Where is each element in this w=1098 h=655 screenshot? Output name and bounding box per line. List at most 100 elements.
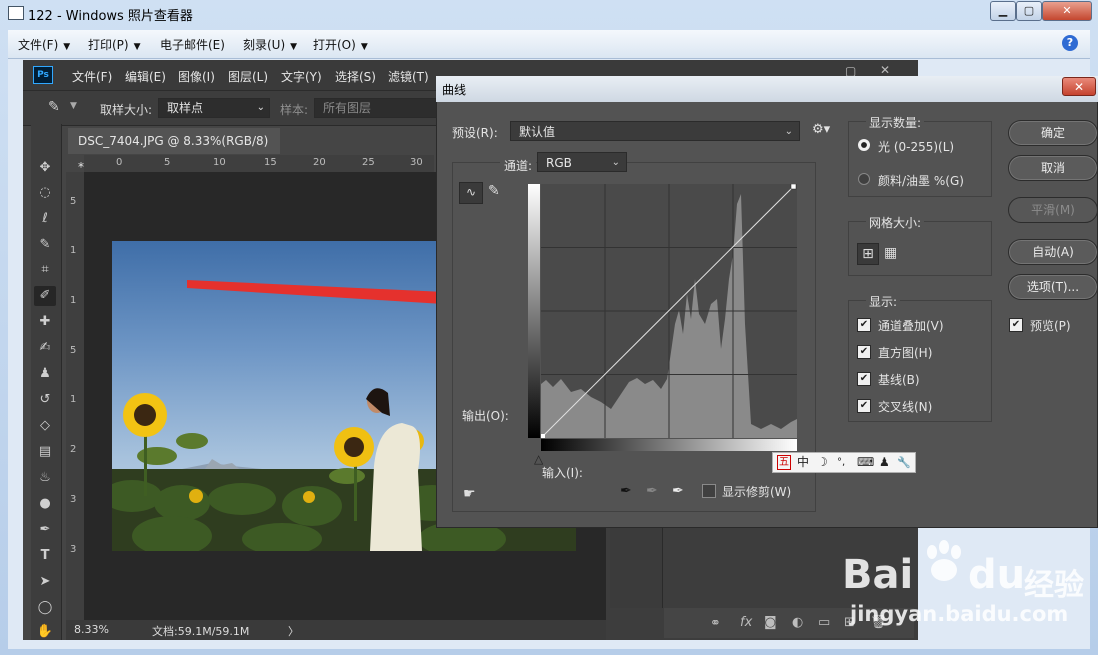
fx-icon[interactable]: fx bbox=[740, 615, 752, 630]
type-tool-icon[interactable]: T bbox=[34, 546, 56, 566]
show-clipping-label: 显示修剪(W) bbox=[722, 485, 792, 499]
ime-chinese-mode[interactable]: 中 bbox=[797, 453, 809, 472]
curves-titlebar bbox=[436, 76, 1098, 102]
menu-email[interactable]: 电子邮件(E) bbox=[160, 36, 225, 53]
watermark-brand2: du bbox=[968, 552, 1026, 598]
adjustment-icon[interactable]: ◐ bbox=[792, 615, 803, 630]
watermark-url: jingyan.baidu.com bbox=[850, 602, 1069, 626]
cancel-button[interactable]: 取消 bbox=[1008, 155, 1098, 181]
minimize-button[interactable]: ▁ bbox=[990, 1, 1016, 21]
stamp-tool-icon[interactable]: ♟ bbox=[34, 364, 56, 384]
ps-menu-image[interactable]: 图像(I) bbox=[178, 68, 215, 85]
grid-size-title: 网格大小: bbox=[866, 214, 925, 231]
ruler-label: 5 bbox=[70, 345, 77, 356]
zoom-level[interactable]: 8.33% bbox=[74, 623, 109, 636]
channel-label: 通道: bbox=[500, 157, 537, 174]
pigment-label: 颜料/油墨 %(G) bbox=[878, 174, 964, 188]
eyedropper-tool-icon[interactable]: ✐ bbox=[34, 286, 56, 306]
ime-half-width-icon[interactable]: ☽ bbox=[817, 453, 828, 472]
ime-logo-icon[interactable]: 五 bbox=[777, 455, 791, 470]
quick-select-tool-icon[interactable]: ✎ bbox=[34, 235, 56, 255]
ruler-label: 0 bbox=[116, 157, 123, 168]
status-menu-icon[interactable]: 〉 bbox=[288, 623, 299, 639]
ime-keyboard-icon[interactable]: ⌨ bbox=[857, 453, 874, 472]
ps-menu-file[interactable]: 文件(F) bbox=[72, 68, 112, 85]
channel-select[interactable]: RGB ⌄ bbox=[537, 152, 627, 172]
ps-menu-edit[interactable]: 编辑(E) bbox=[125, 68, 166, 85]
doc-size: 文档:59.1M/59.1M bbox=[152, 625, 250, 638]
curve-point-tool-icon[interactable]: ∿ bbox=[459, 182, 483, 204]
ruler-label: 5 bbox=[70, 196, 77, 207]
history-brush-tool-icon[interactable]: ↺ bbox=[34, 390, 56, 410]
healing-brush-tool-icon[interactable]: ✚ bbox=[34, 312, 56, 332]
ps-logo-icon: Ps bbox=[33, 66, 53, 84]
ok-button[interactable]: 确定 bbox=[1008, 120, 1098, 146]
ps-menu-select[interactable]: 选择(S) bbox=[335, 68, 376, 85]
ruler-label: 25 bbox=[362, 157, 375, 168]
document-tab[interactable]: DSC_7404.JPG @ 8.33%(RGB/8) *✕ bbox=[68, 128, 280, 174]
black-eyedropper-icon[interactable]: ✒ bbox=[620, 483, 632, 499]
blur-tool-icon[interactable]: ♨ bbox=[34, 468, 56, 488]
mask-icon[interactable]: ◙ bbox=[764, 615, 777, 630]
move-tool-icon[interactable]: ✥ bbox=[34, 158, 56, 178]
gray-eyedropper-icon[interactable]: ✒ bbox=[646, 483, 658, 499]
path-select-tool-icon[interactable]: ➤ bbox=[34, 572, 56, 592]
ime-settings-icon[interactable]: 🔧 bbox=[897, 453, 911, 472]
options-button[interactable]: 选项(T)... bbox=[1008, 274, 1098, 300]
dodge-tool-icon[interactable]: ● bbox=[34, 494, 56, 514]
pen-tool-icon[interactable]: ✒ bbox=[34, 520, 56, 540]
group-icon[interactable]: ▭ bbox=[818, 615, 830, 630]
light-radio[interactable] bbox=[858, 139, 870, 151]
hand-tool-icon[interactable]: ✋ bbox=[34, 622, 56, 642]
menu-open[interactable]: 打开(O) ▼ bbox=[313, 36, 368, 53]
ruler-label: 20 bbox=[313, 157, 326, 168]
ime-user-icon[interactable]: ♟ bbox=[879, 453, 890, 472]
tool-preset-caret-icon[interactable]: ▼ bbox=[70, 101, 77, 111]
gradient-tool-icon[interactable]: ▤ bbox=[34, 442, 56, 462]
shape-tool-icon[interactable]: ◯ bbox=[34, 598, 56, 618]
pigment-radio[interactable] bbox=[858, 173, 870, 185]
ime-punctuation-icon[interactable]: °, bbox=[837, 453, 845, 472]
dialog-close-button[interactable]: ✕ bbox=[1062, 77, 1096, 96]
crop-tool-icon[interactable]: ⌗ bbox=[34, 260, 56, 280]
lasso-tool-icon[interactable]: ℓ bbox=[34, 209, 56, 229]
show-clipping-checkbox[interactable] bbox=[702, 484, 716, 498]
display-amount-title: 显示数量: bbox=[866, 114, 925, 131]
ruler-label: 3 bbox=[70, 494, 77, 505]
maximize-button[interactable]: ▢ bbox=[1016, 1, 1042, 21]
baseline-checkbox[interactable]: ✔ bbox=[857, 372, 871, 386]
baseline-label: 基线(B) bbox=[878, 373, 920, 387]
brush-tool-icon[interactable]: ✍ bbox=[34, 338, 56, 358]
menu-burn[interactable]: 刻录(U) ▼ bbox=[243, 36, 297, 53]
on-image-adjust-icon[interactable]: ☛ bbox=[463, 486, 476, 502]
ps-close-icon[interactable]: ✕ bbox=[880, 63, 890, 77]
smooth-button[interactable]: 平滑(M) bbox=[1008, 197, 1098, 223]
close-window-button[interactable]: ✕ bbox=[1042, 1, 1092, 21]
white-eyedropper-icon[interactable]: ✒ bbox=[672, 483, 684, 499]
eyedropper-icon[interactable]: ✎ bbox=[48, 99, 60, 115]
eraser-tool-icon[interactable]: ◇ bbox=[34, 416, 56, 436]
ime-toolbar: 五 中 ☽ °, ⌨ ♟ 🔧 bbox=[772, 452, 916, 473]
sample-size-select[interactable]: 取样点 ⌄ bbox=[158, 98, 270, 118]
sample-select[interactable]: 所有图层 bbox=[314, 98, 446, 118]
marquee-tool-icon[interactable]: ◌ bbox=[34, 183, 56, 203]
intersection-checkbox[interactable]: ✔ bbox=[857, 399, 871, 413]
menu-print[interactable]: 打印(P) ▼ bbox=[88, 36, 141, 53]
pencil-tool-icon[interactable]: ✎ bbox=[488, 183, 500, 199]
preset-options-gear-icon[interactable]: ⚙▾ bbox=[812, 122, 830, 137]
preset-select[interactable]: 默认值 ⌄ bbox=[510, 121, 800, 141]
auto-button[interactable]: 自动(A) bbox=[1008, 239, 1098, 265]
ps-menu-filter[interactable]: 滤镜(T) bbox=[388, 68, 429, 85]
simple-grid-icon[interactable]: ⊞ bbox=[857, 243, 879, 265]
ps-menu-type[interactable]: 文字(Y) bbox=[281, 68, 322, 85]
ps-menu-layer[interactable]: 图层(L) bbox=[228, 68, 268, 85]
curve-graph[interactable] bbox=[541, 184, 797, 438]
photo-viewer-app-icon bbox=[8, 6, 24, 20]
preview-checkbox[interactable]: ✔ bbox=[1009, 318, 1023, 332]
detailed-grid-icon[interactable]: ▦ bbox=[884, 245, 897, 261]
channel-overlay-checkbox[interactable]: ✔ bbox=[857, 318, 871, 332]
histogram-checkbox[interactable]: ✔ bbox=[857, 345, 871, 359]
help-icon[interactable]: ? bbox=[1062, 35, 1078, 51]
link-layers-icon[interactable]: ⚭ bbox=[710, 616, 721, 631]
menu-file[interactable]: 文件(F) ▼ bbox=[18, 36, 70, 53]
